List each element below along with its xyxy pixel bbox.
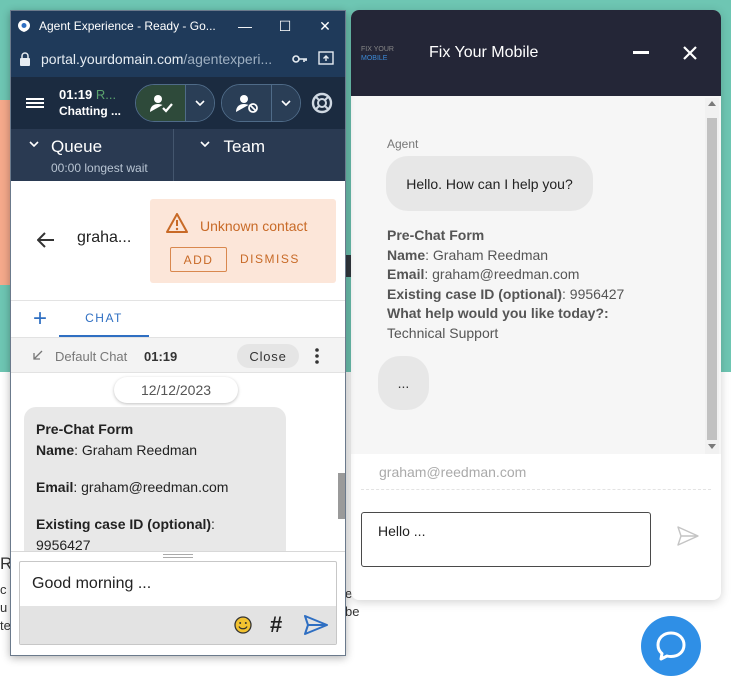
contact-state-button[interactable]: [221, 84, 301, 122]
maximize-window-button[interactable]: ☐: [265, 18, 305, 35]
url-text[interactable]: portal.yourdomain.com/agentexperi...: [41, 51, 285, 67]
add-contact-button[interactable]: ADD: [170, 247, 227, 272]
chevron-down-icon: [29, 141, 39, 147]
agent-message: Hello. How can I help you?: [386, 156, 593, 211]
customer-chat-widget: FIX YOUR MOBILE Fix Your Mobile Agent He…: [351, 10, 721, 600]
tab-chat[interactable]: CHAT: [59, 301, 149, 337]
queue-toggle[interactable]: Queue 00:00 longest wait: [11, 129, 174, 181]
scroll-down-arrow-icon[interactable]: [708, 444, 716, 449]
unknown-contact-banner: Unknown contact ADD DISMISS: [150, 199, 336, 283]
customer-message: Pre-Chat Form Name: Graham Reedman Email…: [24, 407, 286, 551]
window-title: Agent Experience - Ready - Go...: [39, 19, 216, 33]
team-toggle[interactable]: Team: [174, 129, 346, 181]
agent-status-info: 01:19 R... Chatting ...: [59, 87, 121, 118]
close-window-button[interactable]: ✕: [305, 18, 345, 35]
transcript-scrollbar-thumb[interactable]: [338, 473, 345, 519]
incoming-arrow-icon: [33, 350, 43, 360]
more-options-icon[interactable]: [314, 347, 320, 365]
warning-icon: [166, 213, 188, 233]
close-chat-button[interactable]: Close: [237, 344, 299, 368]
send-icon[interactable]: [677, 526, 699, 546]
open-in-browser-icon[interactable]: [315, 50, 337, 68]
interaction-tabs: + CHAT: [11, 301, 345, 337]
agent-available-icon[interactable]: [136, 85, 186, 121]
emoji-icon[interactable]: [234, 616, 252, 634]
reply-area: Good morning ... #: [11, 551, 345, 655]
prechat-form-summary: Pre-Chat Form Name: Graham Reedman Email…: [387, 227, 625, 341]
chat-type-label: Default Chat: [55, 349, 128, 364]
send-icon[interactable]: [304, 615, 328, 635]
agent-window: Agent Experience - Ready - Go... — ☐ ✕ p…: [10, 10, 346, 656]
composer-toolbar: #: [20, 606, 336, 644]
add-tab-button[interactable]: +: [33, 305, 47, 333]
reply-input[interactable]: Good morning ...: [32, 575, 151, 593]
widget-title: Fix Your Mobile: [429, 44, 539, 61]
customer-email: graham@reedman.com: [379, 464, 527, 480]
lock-icon: [20, 52, 30, 66]
chevron-down-icon: [199, 141, 210, 147]
widget-conversation[interactable]: Agent Hello. How can I help you? Pre-Cha…: [351, 96, 721, 454]
brand-logo: FIX YOUR MOBILE: [361, 46, 394, 62]
contact-header: graha... Unknown contact ADD DISMISS: [11, 181, 345, 301]
agent-toolbar: 01:19 R... Chatting ...: [11, 77, 345, 129]
minimize-widget-button[interactable]: [633, 51, 649, 54]
back-arrow-icon[interactable]: [37, 232, 55, 248]
contact-name[interactable]: graha...: [77, 229, 131, 247]
chat-bubble-icon: [656, 631, 686, 661]
agent-state-button[interactable]: [135, 84, 215, 122]
divider: [361, 489, 711, 490]
close-widget-button[interactable]: [682, 45, 698, 61]
hashtag-icon[interactable]: #: [270, 612, 282, 638]
agent-unavailable-icon[interactable]: [222, 85, 272, 121]
customer-message-input[interactable]: Hello ...: [361, 512, 651, 567]
address-bar[interactable]: portal.yourdomain.com/agentexperi...: [11, 41, 345, 77]
menu-icon[interactable]: [11, 77, 59, 129]
chat-launcher-button[interactable]: [641, 616, 701, 676]
chat-transcript[interactable]: 12/12/2023 Pre-Chat Form Name: Graham Re…: [11, 373, 345, 551]
chevron-down-icon[interactable]: [186, 85, 214, 121]
typing-indicator: ...: [378, 356, 429, 410]
window-titlebar: Agent Experience - Ready - Go... — ☐ ✕: [11, 11, 345, 41]
widget-scrollbar[interactable]: [705, 98, 719, 454]
reply-composer[interactable]: Good morning ... #: [19, 561, 337, 645]
key-icon[interactable]: [289, 51, 311, 67]
help-lifebuoy-icon[interactable]: [307, 92, 337, 114]
chevron-down-icon[interactable]: [272, 85, 300, 121]
app-icon: [18, 20, 30, 32]
agent-label: Agent: [387, 137, 419, 151]
widget-header: FIX YOUR MOBILE Fix Your Mobile: [351, 10, 721, 96]
queue-bar: Queue 00:00 longest wait Team: [11, 129, 345, 181]
resize-handle[interactable]: [163, 554, 193, 558]
scrollbar-thumb[interactable]: [707, 118, 717, 440]
dismiss-button[interactable]: DISMISS: [240, 252, 300, 266]
date-separator: 12/12/2023: [114, 377, 238, 403]
chat-duration: 01:19: [144, 349, 178, 364]
scroll-up-arrow-icon[interactable]: [708, 101, 716, 106]
minimize-window-button[interactable]: —: [225, 18, 265, 34]
chat-session-bar: Default Chat 01:19 Close: [11, 337, 345, 373]
